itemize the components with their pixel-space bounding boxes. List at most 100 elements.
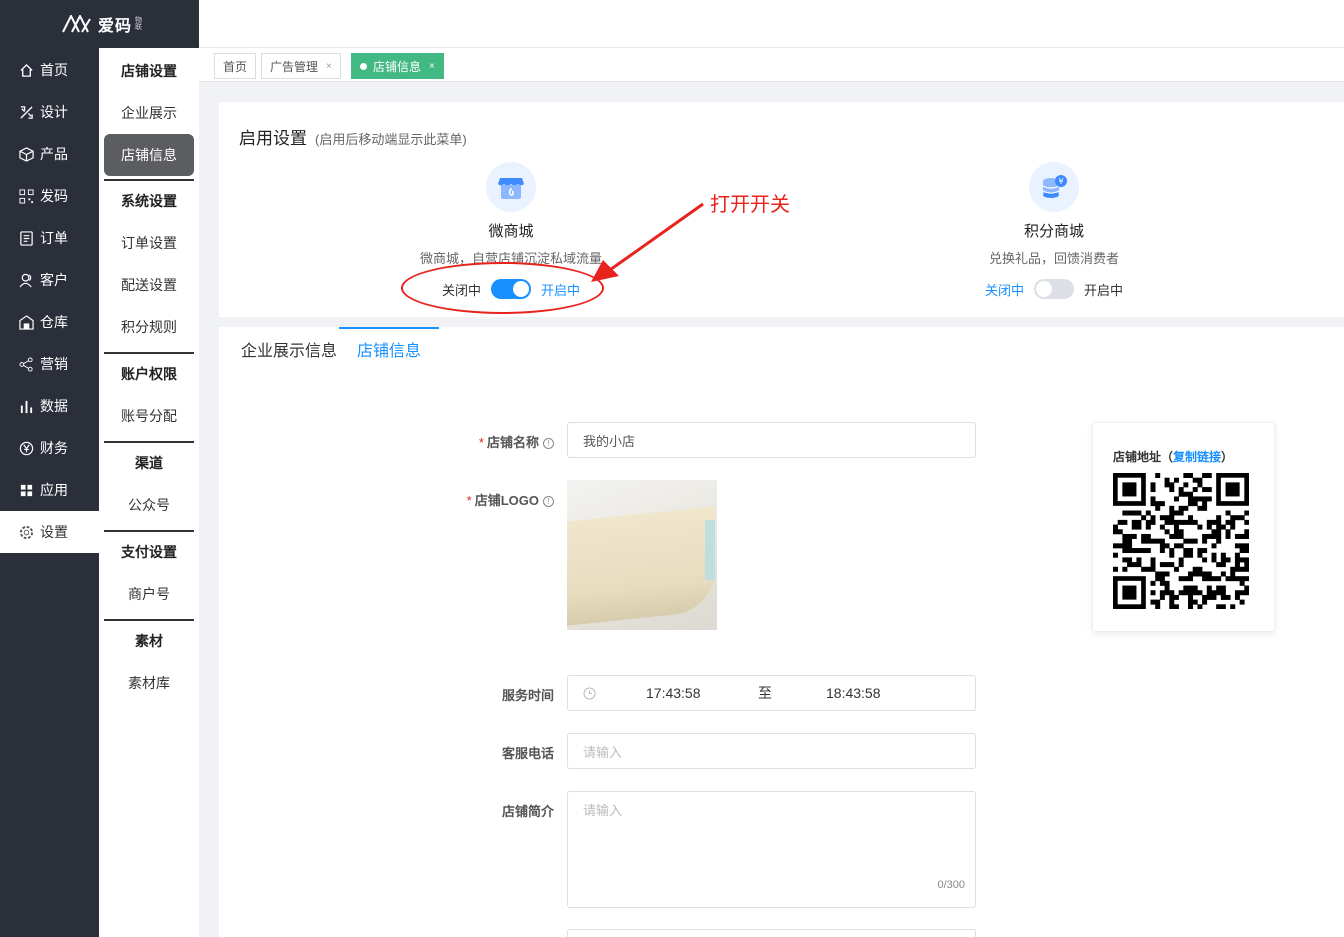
close-icon[interactable]: × (429, 61, 435, 72)
shop-name-input[interactable]: 我的小店 (567, 422, 976, 458)
nav-item-0[interactable]: 首页 (0, 49, 99, 91)
design-icon (18, 104, 34, 120)
nav-item-label: 首页 (40, 62, 68, 78)
nav-item-6[interactable]: 仓库 (0, 301, 99, 343)
tab-shop-info[interactable]: 店铺信息 × (351, 53, 444, 79)
nav-item-4[interactable]: 订单 (0, 217, 99, 259)
nav-item-label: 客户 (40, 272, 68, 288)
nav-item-9[interactable]: 财务 (0, 427, 99, 469)
tab-ad-management[interactable]: 广告管理 × (261, 53, 341, 79)
shop-intro-textarea[interactable]: 请输入 0/300 (567, 791, 976, 908)
nav-item-2[interactable]: 产品 (0, 133, 99, 175)
logo-subtext: 物联 (135, 17, 143, 31)
subnav-group-channel: 渠道 (104, 441, 194, 483)
feature-desc: 兑换礼品，回馈消费者 (988, 251, 1119, 266)
section-subtitle: (启用后移动端显示此菜单) (315, 132, 467, 147)
tab-company-display[interactable]: 企业展示信息 (241, 337, 337, 361)
subnav-group-system: 系统设置 (104, 179, 194, 221)
service-phone-input[interactable]: 请输入 (567, 733, 976, 769)
share-icon (18, 356, 34, 372)
service-time-label: 服务时间 (501, 688, 554, 703)
next-field-input[interactable] (567, 929, 976, 937)
nav-item-label: 发码 (40, 188, 68, 204)
subnav-item-material-library[interactable]: 素材库 (104, 662, 194, 704)
user-icon (18, 272, 34, 288)
nav-item-label: 财务 (40, 440, 68, 456)
bar-chart-icon (18, 398, 34, 414)
svg-text:¥: ¥ (1058, 177, 1063, 186)
nav-item-1[interactable]: 设计 (0, 91, 99, 133)
tab-shop-info-content[interactable]: 店铺信息 (357, 337, 421, 361)
subnav-group-material: 素材 (104, 619, 194, 661)
close-icon[interactable]: × (326, 61, 332, 72)
char-counter: 0/300 (937, 879, 965, 891)
nav-item-label: 设置 (40, 524, 68, 540)
nav-item-11[interactable]: 设置 (0, 511, 99, 553)
order-icon (18, 230, 34, 246)
service-time-range-picker[interactable]: 17:43:58 至 18:43:58 (567, 675, 976, 711)
nav-item-label: 应用 (40, 482, 68, 498)
nav-item-label: 营销 (40, 356, 68, 372)
annotation-circle (401, 262, 604, 314)
warehouse-icon (18, 314, 34, 330)
feature-name: 积分商城 (1023, 223, 1084, 240)
annotation-arrow-icon (591, 202, 704, 282)
time-separator: 至 (758, 685, 772, 701)
clock-icon (583, 687, 596, 699)
annotation-text: 打开开关 (710, 194, 790, 216)
feature-points-mall: ¥ 积分商城 兑换礼品，回馈消费者 关闭中 开启中 (904, 162, 1204, 299)
tab-indicator (339, 327, 439, 329)
home-icon (18, 62, 34, 78)
yen-icon (18, 440, 34, 456)
subnav-item-company[interactable]: 企业展示 (104, 92, 194, 134)
shop-intro-label: 店铺简介 (501, 804, 554, 819)
subnav-group-account: 账户权限 (104, 352, 194, 394)
nav-item-label: 设计 (40, 104, 68, 120)
qrcode-image (1113, 473, 1249, 609)
tab-label: 广告管理 (270, 59, 319, 74)
nav-item-3[interactable]: 发码 (0, 175, 99, 217)
subnav-item-points-rules[interactable]: 积分规则 (104, 306, 194, 348)
shop-logo-image[interactable] (567, 480, 717, 630)
nav-item-7[interactable]: 营销 (0, 343, 99, 385)
subnav-group-shop: 店铺设置 (121, 63, 177, 79)
sub-nav: 店铺设置 企业展示 店铺信息 系统设置 订单设置 配送设置 积分规则 账户权限 … (99, 48, 199, 937)
subnav-item-shop-info[interactable]: 店铺信息 (104, 134, 194, 176)
subnav-item-official-account[interactable]: 公众号 (104, 484, 194, 526)
subnav-item-delivery-settings[interactable]: 配送设置 (104, 264, 194, 306)
shop-logo-label: * 店铺LOGO! (434, 490, 554, 509)
top-bar (199, 0, 1344, 48)
time-end[interactable]: 18:43:58 (826, 685, 881, 701)
grid-icon (18, 482, 34, 498)
nav-item-label: 产品 (40, 146, 68, 162)
tab-label: 店铺信息 (373, 59, 422, 74)
subnav-item-merchant-id[interactable]: 商户号 (104, 573, 194, 615)
subnav-item-order-settings[interactable]: 订单设置 (104, 222, 194, 264)
nav-item-8[interactable]: 数据 (0, 385, 99, 427)
shop-address-qr-card: 店铺地址（复制链接） (1092, 422, 1275, 632)
nav-item-5[interactable]: 客户 (0, 259, 99, 301)
nav-item-label: 仓库 (40, 314, 68, 330)
info-icon: ! (543, 496, 554, 508)
box-icon (18, 146, 34, 162)
info-icon: ! (543, 438, 554, 450)
logo-text: 爱码 (98, 18, 133, 35)
points-mall-switch[interactable] (1034, 279, 1074, 299)
textarea-placeholder: 请输入 (583, 803, 623, 818)
gear-icon (18, 524, 34, 540)
tab-home[interactable]: 首页 (214, 53, 257, 79)
section-title: 启用设置 (启用后移动端显示此菜单) (239, 124, 467, 149)
nav-item-10[interactable]: 应用 (0, 469, 99, 511)
service-phone-label: 客服电话 (501, 746, 554, 761)
copy-link[interactable]: 复制链接 (1173, 450, 1221, 464)
switch-off-label: 关闭中 (984, 282, 1024, 298)
nav-item-label: 订单 (40, 230, 68, 246)
qr-title: 店铺地址（复制链接） (1113, 450, 1234, 464)
time-start[interactable]: 17:43:58 (646, 685, 701, 701)
tabs-bar: 首页 广告管理 × 店铺信息 × (199, 48, 1344, 82)
app-logo: 爱码 物联 (0, 0, 199, 48)
switch-on-label: 开启中 (1084, 282, 1124, 298)
active-dot (360, 62, 367, 70)
shop-icon (486, 162, 536, 212)
subnav-item-account-assign[interactable]: 账号分配 (104, 395, 194, 437)
